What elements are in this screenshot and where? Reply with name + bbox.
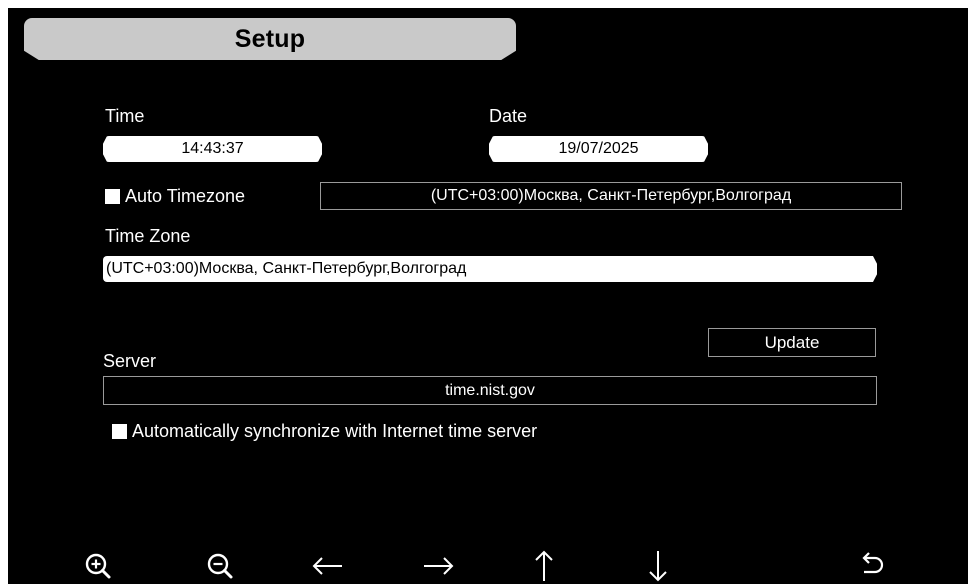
zoom-in-icon (85, 553, 111, 579)
arrow-left-button[interactable] (308, 548, 348, 584)
arrow-up-icon (535, 550, 553, 581)
auto-timezone-label: Auto Timezone (125, 186, 246, 206)
time-field[interactable]: 14:43:37 (103, 136, 322, 162)
zoom-in-button[interactable] (78, 548, 118, 584)
server-field[interactable]: time.nist.gov (103, 376, 877, 405)
return-icon (862, 552, 884, 574)
auto-timezone-value: (UTC+03:00)Москва, Санкт-Петербург,Волго… (430, 187, 792, 204)
update-button[interactable]: Update (708, 328, 876, 357)
arrow-left-icon (312, 557, 342, 575)
auto-timezone-checkbox[interactable] (105, 188, 120, 204)
arrow-down-icon (649, 551, 667, 582)
zoom-out-icon (207, 553, 233, 579)
arrow-right-icon (424, 557, 454, 575)
time-value: 14:43:37 (181, 140, 244, 157)
time-label: Time (105, 106, 145, 126)
update-button-label: Update (764, 333, 820, 352)
time-zone-label: Time Zone (105, 226, 191, 246)
auto-sync-checkbox[interactable] (112, 423, 127, 439)
time-zone-value: (UTC+03:00)Москва, Санкт-Петербург,Волго… (106, 260, 467, 277)
arrow-down-button[interactable] (638, 548, 678, 584)
auto-timezone-option[interactable]: Auto Timezone (105, 186, 245, 206)
date-field[interactable]: 19/07/2025 (489, 136, 708, 162)
auto-sync-label: Automatically synchronize with Internet … (132, 421, 538, 441)
return-button[interactable] (851, 548, 891, 584)
auto-sync-option[interactable]: Automatically synchronize with Internet … (112, 421, 537, 441)
time-zone-select[interactable]: (UTC+03:00)Москва, Санкт-Петербург,Волго… (103, 256, 877, 282)
server-label: Server (103, 351, 157, 371)
server-value: time.nist.gov (445, 382, 535, 399)
page-title: Setup (234, 24, 306, 53)
date-label: Date (489, 106, 528, 126)
arrow-right-button[interactable] (418, 548, 458, 584)
title-tab: Setup (24, 18, 516, 60)
date-value: 19/07/2025 (558, 140, 639, 157)
setup-screen: Setup Time 14:43:37 Date 19/07/2025 Auto… (8, 8, 968, 584)
auto-timezone-display: (UTC+03:00)Москва, Санкт-Петербург,Волго… (320, 182, 902, 210)
zoom-out-button[interactable] (200, 548, 240, 584)
arrow-up-button[interactable] (524, 548, 564, 584)
